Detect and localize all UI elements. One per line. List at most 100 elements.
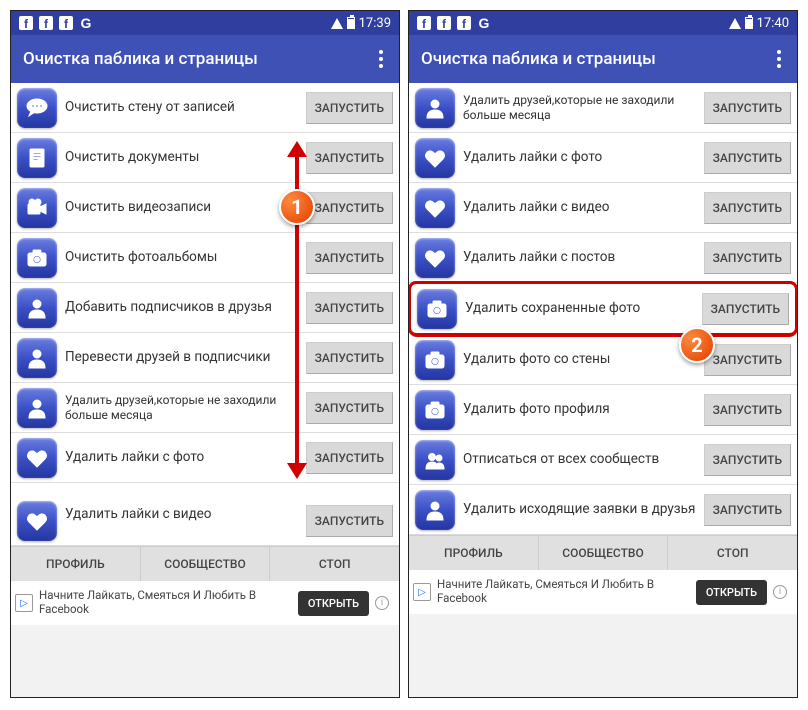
tab-profile[interactable]: ПРОФИЛЬ xyxy=(11,547,141,581)
screenshot-left: 17:39 Очистка паблика и страницы Очистит… xyxy=(10,10,400,698)
row-label: Очистить документы xyxy=(65,149,298,165)
ad-info-icon[interactable]: i xyxy=(773,585,787,599)
ad-banner[interactable]: ▷ Начните Лайкать, Смеяться И Любить В F… xyxy=(11,581,399,625)
camera-icon xyxy=(415,340,455,380)
run-button[interactable]: ЗАПУСТИТЬ xyxy=(306,392,393,424)
list-row: Удалить фото со стеныЗАПУСТИТЬ xyxy=(409,335,797,385)
chat-icon xyxy=(17,88,57,128)
row-label: Удалить друзей,которые не заходили больш… xyxy=(65,393,298,422)
camera-icon xyxy=(417,289,457,329)
video-icon xyxy=(17,188,57,228)
ad-text: Начните Лайкать, Смеяться И Любить В Fac… xyxy=(39,589,298,617)
heart-icon xyxy=(415,238,455,278)
battery-icon xyxy=(745,17,753,29)
run-button[interactable]: ЗАПУСТИТЬ xyxy=(306,442,393,474)
row-label: Очистить видеозаписи xyxy=(65,199,298,215)
annotation-badge-2: 2 xyxy=(679,327,715,363)
tab-community[interactable]: СООБЩЕСТВО xyxy=(539,536,669,570)
row-label: Удалить лайки с видео xyxy=(463,199,696,215)
row-label: Перевести друзей в подписчики xyxy=(65,349,298,365)
run-button[interactable]: ЗАПУСТИТЬ xyxy=(306,292,393,324)
google-icon xyxy=(79,16,93,30)
heart-icon xyxy=(415,138,455,178)
people-icon xyxy=(415,440,455,480)
fb-icon xyxy=(417,16,431,30)
clock: 17:40 xyxy=(757,16,789,31)
run-button[interactable]: ЗАПУСТИТЬ xyxy=(704,92,791,124)
camera-icon xyxy=(415,390,455,430)
row-label: Очистить стену от записей xyxy=(65,99,298,115)
list-row: Очистить стену от записей ЗАПУСТИТЬ xyxy=(11,83,399,133)
row-label: Удалить фото профиля xyxy=(463,401,696,417)
row-label: Удалить друзей,которые не заходили больш… xyxy=(463,93,696,122)
list-row: Удалить лайки с видео ЗАПУСТИТЬ xyxy=(409,183,797,233)
screenshot-right: 17:40 Очистка паблика и страницы Удалить… xyxy=(408,10,798,698)
run-button[interactable]: ЗАПУСТИТЬ xyxy=(704,344,791,376)
list-row: Удалить друзей,которые не заходили больш… xyxy=(409,83,797,133)
run-button[interactable]: ЗАПУСТИТЬ xyxy=(702,293,789,325)
run-button[interactable]: ЗАПУСТИТЬ xyxy=(704,494,791,526)
tab-community[interactable]: СООБЩЕСТВО xyxy=(141,547,271,581)
menu-button[interactable] xyxy=(375,46,387,72)
list-row: Удалить лайки с фото ЗАПУСТИТЬ xyxy=(11,433,399,483)
fb-icon xyxy=(39,16,53,30)
actions-list: Удалить друзей,которые не заходили больш… xyxy=(409,83,797,535)
run-button[interactable]: ЗАПУСТИТЬ xyxy=(306,192,393,224)
run-button[interactable]: ЗАПУСТИТЬ xyxy=(306,142,393,174)
row-label: Добавить подписчиков в друзья xyxy=(65,299,298,315)
list-row: Удалить лайки с фото ЗАПУСТИТЬ xyxy=(409,133,797,183)
person-icon xyxy=(17,388,57,428)
bottom-tabs: ПРОФИЛЬ СООБЩЕСТВО СТОП xyxy=(409,535,797,570)
run-button[interactable]: ЗАПУСТИТЬ xyxy=(306,342,393,374)
run-button[interactable]: ЗАПУСТИТЬ xyxy=(704,192,791,224)
list-row: Очистить документы ЗАПУСТИТЬ xyxy=(11,133,399,183)
ad-open-button[interactable]: ОТКРЫТЬ xyxy=(696,580,767,605)
annotation-badge-1: 1 xyxy=(279,189,315,225)
battery-icon xyxy=(347,17,355,29)
person-icon xyxy=(415,88,455,128)
list-row: Удалить сохраненные фотоЗАПУСТИТЬ xyxy=(411,284,795,334)
list-row: Удалить друзей,которые не заходили больш… xyxy=(11,383,399,433)
run-button[interactable]: ЗАПУСТИТЬ xyxy=(704,394,791,426)
person-icon xyxy=(415,490,455,530)
list-row: Перевести друзей в подписчики ЗАПУСТИТЬ xyxy=(11,333,399,383)
tab-stop[interactable]: СТОП xyxy=(668,536,797,570)
statusbar: 17:39 xyxy=(11,11,399,35)
ad-banner[interactable]: ▷ Начните Лайкать, Смеяться И Любить В F… xyxy=(409,570,797,614)
fb-icon xyxy=(59,16,73,30)
bottom-tabs: ПРОФИЛЬ СООБЩЕСТВО СТОП xyxy=(11,546,399,581)
list-row: Очистить видеозаписи ЗАПУСТИТЬ xyxy=(11,183,399,233)
list-row: Удалить фото профиля ЗАПУСТИТЬ xyxy=(409,385,797,435)
row-label: Удалить исходящие заявки в друзья xyxy=(463,501,696,517)
row-label: Удалить лайки с видео xyxy=(65,506,298,522)
clock: 17:39 xyxy=(359,16,391,31)
run-button[interactable]: ЗАПУСТИТЬ xyxy=(306,242,393,274)
ad-marker-icon: ▷ xyxy=(15,594,33,612)
run-button[interactable]: ЗАПУСТИТЬ xyxy=(704,444,791,476)
annotation-arrow-down xyxy=(287,463,307,479)
row-label: Удалить лайки с фото xyxy=(463,149,696,165)
heart-icon xyxy=(415,188,455,228)
list-row: Удалить исходящие заявки в друзья ЗАПУСТИ… xyxy=(409,485,797,535)
run-button[interactable]: ЗАПУСТИТЬ xyxy=(306,92,393,124)
statusbar: 17:40 xyxy=(409,11,797,35)
person-icon xyxy=(17,338,57,378)
list-row: Отписаться от всех сообществЗАПУСТИТЬ xyxy=(409,435,797,485)
menu-button[interactable] xyxy=(773,46,785,72)
run-button[interactable]: ЗАПУСТИТЬ xyxy=(704,142,791,174)
run-button[interactable]: ЗАПУСТИТЬ xyxy=(704,242,791,274)
camera-icon xyxy=(17,238,57,278)
app-title: Очистка паблика и страницы xyxy=(23,49,258,69)
row-label: Удалить лайки с фото xyxy=(65,449,298,465)
row-label: Удалить лайки с постов xyxy=(463,249,696,265)
doc-icon xyxy=(17,138,57,178)
run-button[interactable]: ЗАПУСТИТЬ xyxy=(306,505,393,537)
tab-profile[interactable]: ПРОФИЛЬ xyxy=(409,536,539,570)
ad-open-button[interactable]: ОТКРЫТЬ xyxy=(298,591,369,616)
row-label: Очистить фотоальбомы xyxy=(65,249,298,265)
list-row: Очистить фотоальбомы ЗАПУСТИТЬ xyxy=(11,233,399,283)
fb-icon xyxy=(437,16,451,30)
tab-stop[interactable]: СТОП xyxy=(270,547,399,581)
fb-icon xyxy=(457,16,471,30)
ad-info-icon[interactable]: i xyxy=(375,596,389,610)
